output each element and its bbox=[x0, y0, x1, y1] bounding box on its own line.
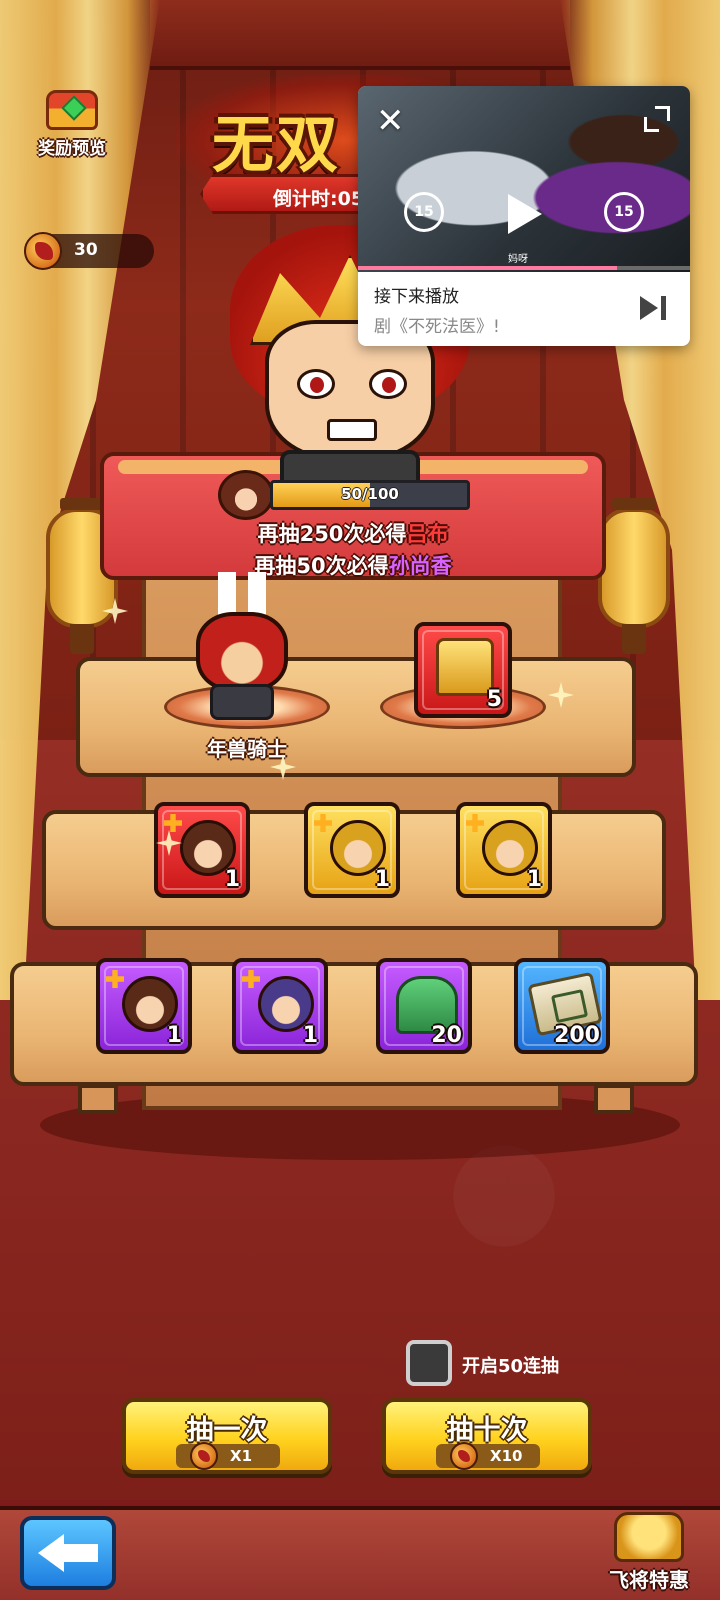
draw-once-label: 抽一次 bbox=[186, 1415, 268, 1446]
knight-body bbox=[210, 684, 274, 720]
draw-ten-label: 抽十次 bbox=[446, 1415, 528, 1446]
game-screen: 奖励预览 30 无双 倒计时:05 50/100 再抽250次必得吕布 再抽50… bbox=[0, 0, 720, 1600]
video-progress-fill bbox=[358, 266, 617, 270]
item-count: 1 bbox=[526, 867, 542, 892]
pity-line-lubu: 再抽250次必得吕布 bbox=[120, 518, 586, 548]
draw-ten-cost: X10 bbox=[436, 1442, 540, 1470]
skip-next-icon[interactable] bbox=[640, 296, 666, 320]
video-frame[interactable]: ✕ 15 15 妈呀 bbox=[358, 86, 690, 272]
hero-fragment-card[interactable]: 1 bbox=[96, 958, 192, 1054]
dragon-token-icon bbox=[450, 1442, 478, 1470]
scroll-card[interactable]: 200 bbox=[514, 958, 610, 1054]
draw-once-cost: X1 bbox=[176, 1442, 280, 1470]
draw-once-cost-text: X1 bbox=[230, 1447, 253, 1465]
draw-once-button[interactable]: 抽一次 X1 bbox=[122, 1398, 332, 1474]
batch-draw-toggle[interactable]: 开启50连抽 bbox=[406, 1340, 586, 1390]
dragon-token-icon bbox=[24, 232, 62, 270]
batch-draw-checkbox[interactable] bbox=[406, 1340, 452, 1386]
pity-hero-sunshangxiang: 孙尚香 bbox=[388, 554, 452, 578]
close-icon[interactable]: ✕ bbox=[376, 104, 405, 138]
currency-value: 30 bbox=[74, 240, 98, 260]
item-count: 200 bbox=[554, 1023, 600, 1048]
item-count: 1 bbox=[374, 867, 390, 892]
pity-line1-prefix: 再抽250次必得 bbox=[257, 522, 407, 546]
boss-mouth bbox=[327, 419, 377, 441]
pity-hero-lubu: 吕布 bbox=[406, 522, 449, 546]
progress-text: 50/100 bbox=[341, 485, 399, 503]
reward-preview-button[interactable]: 奖励预览 bbox=[30, 90, 114, 160]
progress-hero-avatar bbox=[218, 470, 274, 520]
up-next-label: 接下来播放 bbox=[374, 287, 459, 307]
progress-bar: 50/100 bbox=[270, 480, 470, 510]
item-count: 1 bbox=[224, 867, 240, 892]
event-title: 无双 bbox=[212, 108, 341, 181]
item-count: 5 bbox=[486, 687, 502, 712]
boss-eye bbox=[369, 369, 407, 399]
item-count: 1 bbox=[166, 1023, 182, 1048]
pity-progress: 50/100 bbox=[218, 470, 474, 520]
featured-hero-name: 年兽骑士 bbox=[207, 737, 287, 761]
video-progress-bar[interactable] bbox=[358, 266, 690, 270]
play-icon[interactable] bbox=[508, 194, 542, 234]
special-deal-button[interactable]: 飞将特惠 bbox=[594, 1512, 704, 1596]
fullscreen-icon[interactable] bbox=[644, 106, 670, 132]
treasure-item-card[interactable]: 5 bbox=[414, 622, 512, 718]
featured-hero-knight[interactable] bbox=[188, 572, 296, 722]
shelf-tier-1 bbox=[76, 657, 636, 777]
special-deal-label: 飞将特惠 bbox=[609, 1568, 689, 1592]
jade-seal-card[interactable]: 20 bbox=[376, 958, 472, 1054]
video-player-popup[interactable]: ✕ 15 15 妈呀 接下来播放 剧《不死法医》! bbox=[358, 86, 690, 346]
back-button[interactable] bbox=[20, 1516, 116, 1590]
draw-ten-button[interactable]: 抽十次 X10 bbox=[382, 1398, 592, 1474]
treasure-pot-icon bbox=[614, 1512, 684, 1562]
knight-head bbox=[196, 612, 288, 692]
treasure-chest-icon bbox=[46, 90, 98, 130]
hero-fragment-card[interactable]: 1 bbox=[456, 802, 552, 898]
shelf-leg bbox=[78, 1084, 118, 1114]
arrow-left-icon bbox=[38, 1534, 98, 1572]
boss-eye bbox=[297, 369, 335, 399]
dragon-token-icon bbox=[190, 1442, 218, 1470]
golden-dragon-treasure-icon bbox=[436, 638, 494, 696]
rewind-15-icon[interactable]: 15 bbox=[404, 192, 444, 232]
hero-fragment-card[interactable]: 1 bbox=[232, 958, 328, 1054]
up-next-title[interactable]: 剧《不死法医》! bbox=[374, 312, 624, 337]
batch-draw-label: 开启50连抽 bbox=[462, 1356, 560, 1377]
item-count: 1 bbox=[302, 1023, 318, 1048]
forward-15-icon[interactable]: 15 bbox=[604, 192, 644, 232]
ceiling-beam bbox=[150, 0, 570, 70]
reward-preview-label: 奖励预览 bbox=[38, 139, 106, 159]
video-subtitle: 妈呀 bbox=[508, 254, 528, 265]
right-lantern-icon bbox=[598, 498, 670, 654]
countdown-text: 倒计时:05 bbox=[273, 188, 365, 210]
shelf-leg bbox=[594, 1084, 634, 1114]
item-count: 20 bbox=[431, 1023, 462, 1048]
hero-fragment-card[interactable]: 1 bbox=[304, 802, 400, 898]
currency-display: 30 bbox=[24, 232, 154, 270]
draw-ten-cost-text: X10 bbox=[490, 1447, 523, 1465]
